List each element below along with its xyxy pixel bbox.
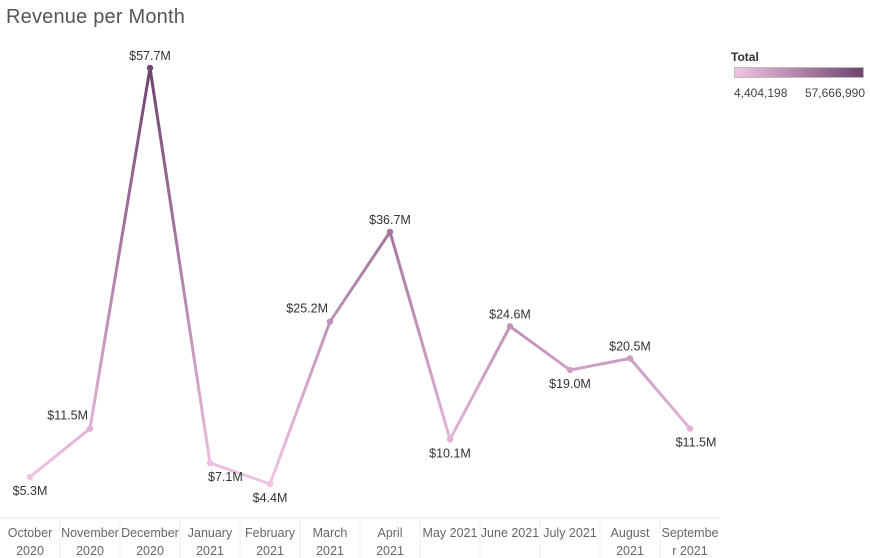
data-label: $5.3M — [13, 484, 48, 498]
x-tick-label: August 2021 — [611, 526, 650, 558]
series-line-segment — [568, 356, 632, 372]
series-line-segment — [628, 356, 692, 431]
data-labels: $5.3M $11.5M $57.7M $7.1M $4.4M $25.2M $36.7M $… — [13, 49, 717, 505]
data-point[interactable] — [326, 318, 334, 325]
data-label: $57.7M — [129, 49, 171, 63]
data-label: $24.6M — [489, 307, 531, 321]
data-point[interactable] — [26, 473, 34, 481]
series-line-segment — [268, 320, 332, 486]
chart-page: Revenue per Month Total 4,404,198 57,666… — [0, 0, 870, 558]
data-point[interactable] — [686, 425, 694, 432]
series-line-segment — [88, 66, 152, 431]
data-point[interactable] — [446, 436, 454, 443]
data-label: $25.2M — [286, 302, 328, 316]
x-tick-label: June 2021 — [481, 526, 539, 540]
data-point[interactable] — [626, 355, 634, 362]
data-point[interactable] — [266, 480, 274, 488]
x-tick-label: February 2021 — [245, 526, 296, 558]
data-point[interactable] — [206, 459, 214, 467]
data-label: $20.5M — [609, 339, 651, 353]
x-tick-label: November 2020 — [61, 526, 119, 558]
series-line-segment — [148, 66, 212, 465]
data-label: $19.0M — [549, 377, 591, 391]
data-label: $11.5M — [47, 409, 88, 423]
line-chart: $5.3M $11.5M $57.7M $7.1M $4.4M $25.2M $36.7M $… — [0, 49, 720, 558]
series-line-segment — [388, 230, 452, 442]
data-label: $7.1M — [208, 470, 243, 484]
x-axis-tick-labels: October 2020 November 2020December 2020 Janua… — [8, 526, 719, 558]
x-tick-label: April 2021 — [376, 526, 404, 558]
data-label: $36.7M — [369, 213, 411, 227]
series-line-segment — [28, 427, 92, 479]
data-label: $11.5M — [676, 436, 717, 450]
series-line-segment — [508, 324, 572, 372]
x-tick-label: October 2020 — [8, 526, 52, 558]
x-tick-label: Septembe r 2021 — [662, 526, 719, 558]
data-point[interactable] — [566, 366, 574, 374]
data-label: $10.1M — [429, 447, 471, 461]
x-tick-label: July 2021 — [543, 526, 597, 540]
data-point[interactable] — [506, 323, 514, 330]
data-label: $4.4M — [253, 491, 288, 505]
series-line-segment — [448, 324, 512, 442]
data-point[interactable] — [146, 64, 154, 72]
x-tick-label: December 2020 — [121, 526, 179, 558]
x-tick-label: May 2021 — [423, 526, 478, 540]
series-line-segment — [328, 230, 392, 324]
x-tick-label: January 2021 — [188, 526, 233, 558]
data-point[interactable] — [386, 228, 394, 236]
data-point[interactable] — [86, 425, 94, 432]
x-tick-label: March 2021 — [313, 526, 348, 558]
series-line — [28, 66, 692, 486]
